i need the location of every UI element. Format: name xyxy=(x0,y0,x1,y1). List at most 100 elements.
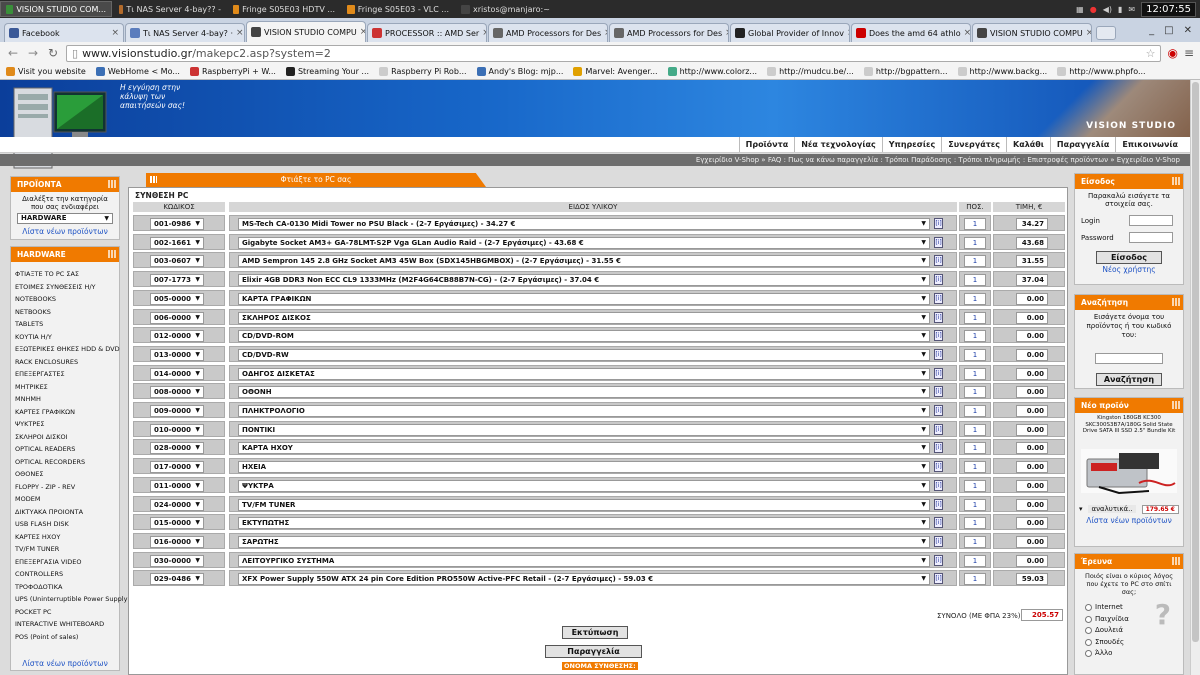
menu-item[interactable]: Προϊόντα xyxy=(738,137,795,152)
browser-tab[interactable]: PROCESSOR :: AMD Ser× xyxy=(367,23,487,42)
details-icon[interactable]: ▾ xyxy=(1079,505,1083,513)
menu-item[interactable]: Παραγγελία xyxy=(1049,137,1115,152)
category-link[interactable]: ΕΤΟΙΜΕΣ ΣΥΝΘΕΣΕΙΣ Η/Υ xyxy=(11,281,119,294)
code-select[interactable]: 001-0986 ▼ xyxy=(150,218,204,230)
qty-input[interactable]: 1 xyxy=(964,311,986,324)
item-select[interactable]: CD/DVD-RW ▼ xyxy=(238,348,930,361)
extension-icon[interactable]: ◉ xyxy=(1167,46,1177,60)
radio-icon[interactable] xyxy=(1085,638,1092,646)
code-select[interactable]: 009-0000 ▼ xyxy=(150,405,204,417)
menu-icon[interactable]: ≡ xyxy=(1184,46,1194,60)
category-link[interactable]: USB FLASH DISK xyxy=(11,518,119,531)
browser-tab[interactable]: Global Provider of Innov× xyxy=(730,23,850,42)
item-select[interactable]: ΚΑΡΤΑ ΓΡΑΦΙΚΩΝ ▼ xyxy=(238,292,930,305)
info-icon[interactable]: [i] xyxy=(934,255,943,267)
category-select[interactable]: HARDWARE ▼ xyxy=(17,213,113,224)
info-icon[interactable]: [i] xyxy=(934,554,943,566)
info-icon[interactable]: [i] xyxy=(934,236,943,248)
category-link[interactable]: FLOPPY - ZIP - REV xyxy=(11,481,119,494)
category-link[interactable]: ΣΚΛΗΡΟΙ ΔΙΣΚΟΙ xyxy=(11,431,119,444)
browser-tab[interactable]: AMD Processors for Des× xyxy=(609,23,729,42)
item-select[interactable]: TV/FM TUNER ▼ xyxy=(238,498,930,511)
code-select[interactable]: 030-0000 ▼ xyxy=(150,554,204,567)
info-icon[interactable]: [i] xyxy=(934,573,943,585)
record-icon[interactable]: ● xyxy=(1090,5,1097,14)
item-select[interactable]: XFX Power Supply 550W ATX 24 pin Core Ed… xyxy=(238,573,930,586)
item-select[interactable]: AMD Sempron 145 2.8 GHz Socket AM3 45W B… xyxy=(238,255,930,268)
category-link[interactable]: UPS (Uninterruptible Power Supply) xyxy=(11,593,130,606)
browser-tab[interactable]: Τι NAS Server 4-bay? · × xyxy=(125,23,245,42)
volume-icon[interactable]: ◀) xyxy=(1103,5,1112,14)
qty-input[interactable]: 1 xyxy=(964,423,986,436)
radio-icon[interactable] xyxy=(1085,604,1092,612)
category-link[interactable]: ΜΝΗΜΗ xyxy=(11,393,119,406)
category-link[interactable]: ΦΤΙΑΞΤΕ ΤΟ PC ΣΑΣ xyxy=(11,268,119,281)
category-link[interactable]: MODEM xyxy=(11,493,119,506)
close-tab-icon[interactable]: × xyxy=(1086,28,1091,38)
qty-input[interactable]: 1 xyxy=(964,517,986,530)
qty-input[interactable]: 1 xyxy=(964,442,986,455)
new-user-link[interactable]: Νέος χρήστης xyxy=(1075,265,1183,274)
bookmark-item[interactable]: http://www.phpfo... xyxy=(1057,67,1146,76)
code-select[interactable]: 024-0000 ▼ xyxy=(150,498,204,511)
item-select[interactable]: ΗΧΕΙΑ ▼ xyxy=(238,461,930,474)
category-link[interactable]: TV/FM TUNER xyxy=(11,543,119,556)
qty-input[interactable]: 1 xyxy=(964,554,986,567)
code-select[interactable]: 013-0000 ▼ xyxy=(150,348,204,361)
qty-input[interactable]: 1 xyxy=(964,573,986,586)
info-icon[interactable]: [i] xyxy=(934,274,943,286)
category-link[interactable]: NETBOOKS xyxy=(11,306,119,319)
page-scrollbar[interactable] xyxy=(1190,80,1200,675)
reload-icon[interactable]: ↻ xyxy=(46,46,60,60)
bookmark-item[interactable]: Visit you website xyxy=(6,67,86,76)
bookmark-item[interactable]: http://bgpattern... xyxy=(863,67,948,76)
code-select[interactable]: 014-0000 ▼ xyxy=(150,367,204,380)
bookmark-item[interactable]: http://mudcu.be/... xyxy=(767,67,854,76)
code-select[interactable]: 007-1773 ▼ xyxy=(150,274,204,287)
category-link[interactable]: ΟΘΟΝΕΣ xyxy=(11,468,119,481)
bookmark-item[interactable]: RaspberryPi + W... xyxy=(189,67,276,76)
new-products-link-bottom[interactable]: Λίστα νέων προϊόντων xyxy=(11,659,119,668)
bookmark-item[interactable]: Raspberry Pi Rob... xyxy=(379,67,467,76)
poll-option[interactable]: Σπουδές xyxy=(1085,637,1183,649)
close-tab-icon[interactable]: × xyxy=(604,28,607,38)
qty-input[interactable]: 1 xyxy=(964,292,986,305)
qty-input[interactable]: 1 xyxy=(964,386,986,399)
qty-input[interactable]: 1 xyxy=(964,348,986,361)
menu-item[interactable]: Επικοινωνία xyxy=(1115,137,1184,152)
item-select[interactable]: ΟΘΟΝΗ ▼ xyxy=(238,386,930,399)
item-select[interactable]: ΠΟΝΤΙΚΙ ▼ xyxy=(238,423,930,436)
item-select[interactable]: ΕΚΤΥΠΩΤΗΣ ▼ xyxy=(238,517,930,530)
info-icon[interactable]: [i] xyxy=(934,423,943,435)
menu-item[interactable]: Υπηρεσίες xyxy=(881,137,942,152)
new-product-list-link[interactable]: Λίστα νέων προϊόντων xyxy=(1075,516,1183,525)
browser-tab[interactable]: Does the amd 64 athlo × xyxy=(851,23,971,42)
close-tab-icon[interactable]: × xyxy=(236,28,244,38)
category-link[interactable]: ΨΥΚΤΡΕΣ xyxy=(11,418,119,431)
category-link[interactable]: ΔΙΚΤΥΑΚΑ ΠΡΟΙΟΝΤΑ xyxy=(11,506,119,519)
category-link[interactable]: ΚΑΡΤΕΣ ΓΡΑΦΙΚΩΝ xyxy=(11,406,119,419)
chat-icon[interactable]: ✉ xyxy=(1128,5,1135,14)
code-select[interactable]: 012-0000 ▼ xyxy=(150,330,204,343)
info-icon[interactable]: [i] xyxy=(934,442,943,454)
help-links[interactable]: Εγχειρίδιο V-Shop » FAQ : Πως να κάνω πα… xyxy=(0,154,1190,166)
category-link[interactable]: INTERACTIVE WHITEBOARD xyxy=(11,618,119,631)
category-link[interactable]: ΕΠΕΞΕΡΓΑΣΙΑ VIDEO xyxy=(11,556,119,569)
category-link[interactable]: ΕΠΕΞΕΡΓΑΣΤΕΣ xyxy=(11,368,119,381)
order-button[interactable]: Παραγγελία xyxy=(545,645,642,658)
code-select[interactable]: 015-0000 ▼ xyxy=(150,517,204,530)
category-link[interactable]: TABLETS xyxy=(11,318,119,331)
address-bar[interactable]: ▯ www.visionstudio.gr /makepc2.asp?syste… xyxy=(66,44,1162,62)
item-select[interactable]: Elixir 4GB DDR3 Non ECC CL9 1333MHz (M2F… xyxy=(238,274,930,287)
category-link[interactable]: ΚΟΥΤΙΑ Η/Υ xyxy=(11,331,119,344)
category-link[interactable]: ΜΗΤΡΙΚΕΣ xyxy=(11,381,119,394)
menu-item[interactable]: Νέα τεχνολογίας xyxy=(794,137,881,152)
new-product-name[interactable]: Kingston 180GB KC300 SKC300S3B7A/180G So… xyxy=(1075,413,1183,437)
close-tab-icon[interactable]: × xyxy=(725,28,728,38)
close-tab-icon[interactable]: × xyxy=(847,28,849,38)
info-icon[interactable]: [i] xyxy=(934,386,943,398)
search-button[interactable]: Αναζήτηση xyxy=(1096,373,1162,386)
radio-icon[interactable] xyxy=(1085,650,1092,658)
qty-input[interactable]: 1 xyxy=(964,461,986,474)
qty-input[interactable]: 1 xyxy=(964,218,986,230)
